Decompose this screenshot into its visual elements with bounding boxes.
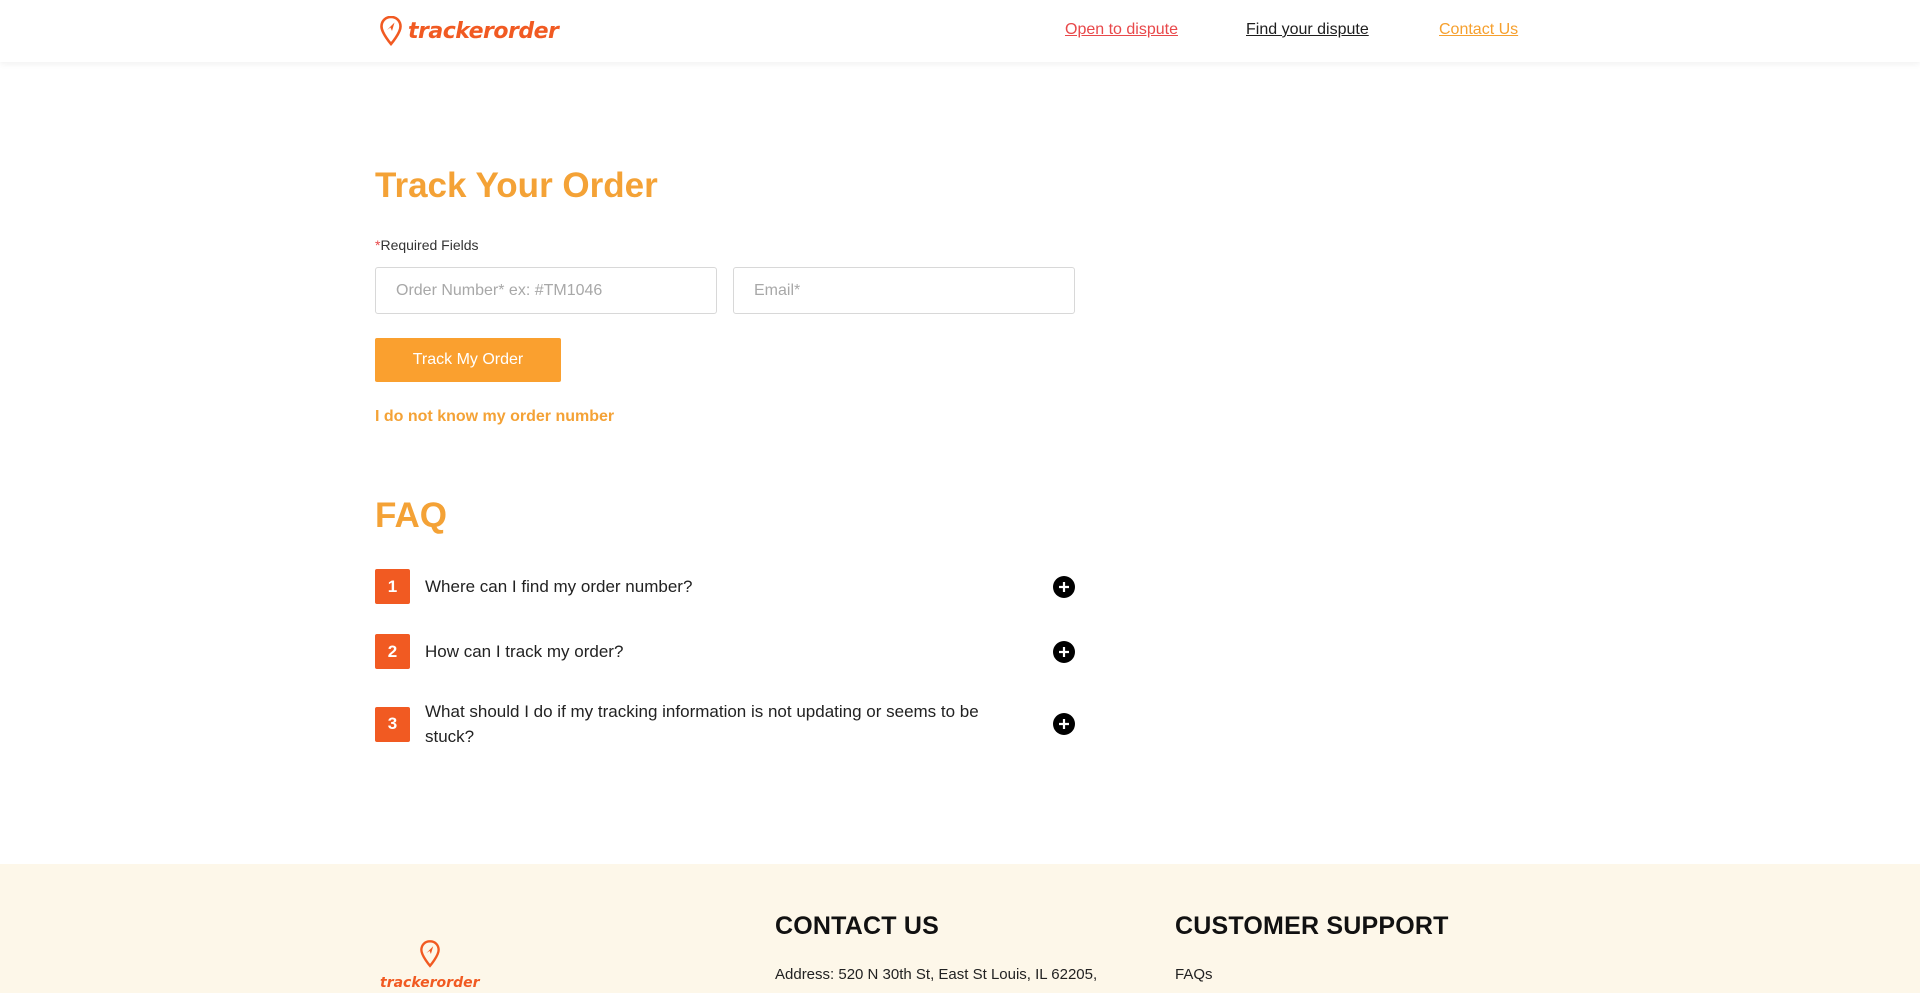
faq-number-badge: 3 — [375, 706, 410, 742]
location-pin-icon — [419, 940, 440, 973]
faq-title: FAQ — [375, 496, 447, 535]
faq-item-3[interactable]: 3 What should I do if my tracking inform… — [375, 699, 1075, 749]
footer-logo[interactable]: trackerorder — [380, 940, 480, 991]
faq-question: Where can I find my order number? — [425, 577, 693, 596]
site-header: trackerorder Open to dispute Find your d… — [0, 0, 1920, 62]
location-pin-icon — [380, 16, 402, 46]
plus-circle-icon[interactable] — [1053, 713, 1075, 735]
faq-item-1[interactable]: 1 Where can I find my order number? — [375, 569, 1075, 604]
plus-circle-icon[interactable] — [1053, 575, 1075, 598]
faq-number-badge: 1 — [375, 569, 410, 604]
page-title: Track Your Order — [375, 166, 658, 205]
nav-find-dispute[interactable]: Find your dispute — [1246, 21, 1369, 39]
nav-open-dispute[interactable]: Open to dispute — [1065, 21, 1178, 39]
footer-address: Address: 520 N 30th St, East St Louis, I… — [775, 966, 1098, 983]
order-number-input[interactable] — [375, 267, 717, 314]
unknown-order-number-link[interactable]: I do not know my order number — [375, 408, 614, 426]
plus-circle-icon[interactable] — [1053, 640, 1075, 663]
required-label: Required Fields — [380, 237, 479, 253]
footer-logo-text: trackerorder — [380, 975, 480, 991]
site-logo[interactable]: trackerorder — [380, 16, 559, 46]
nav-contact-us[interactable]: Contact Us — [1439, 21, 1518, 39]
faq-question: What should I do if my tracking informat… — [425, 702, 979, 746]
faq-number-badge: 2 — [375, 634, 410, 669]
footer-contact-heading: CONTACT US — [775, 912, 940, 940]
required-fields-note: *Required Fields — [375, 237, 479, 253]
faq-question: How can I track my order? — [425, 642, 624, 661]
logo-text: trackerorder — [408, 18, 559, 44]
footer-faqs-link[interactable]: FAQs — [1175, 966, 1213, 983]
footer-support-heading: CUSTOMER SUPPORT — [1175, 912, 1449, 940]
email-input[interactable] — [733, 267, 1075, 314]
track-order-button[interactable]: Track My Order — [375, 338, 561, 382]
faq-item-2[interactable]: 2 How can I track my order? — [375, 634, 1075, 669]
